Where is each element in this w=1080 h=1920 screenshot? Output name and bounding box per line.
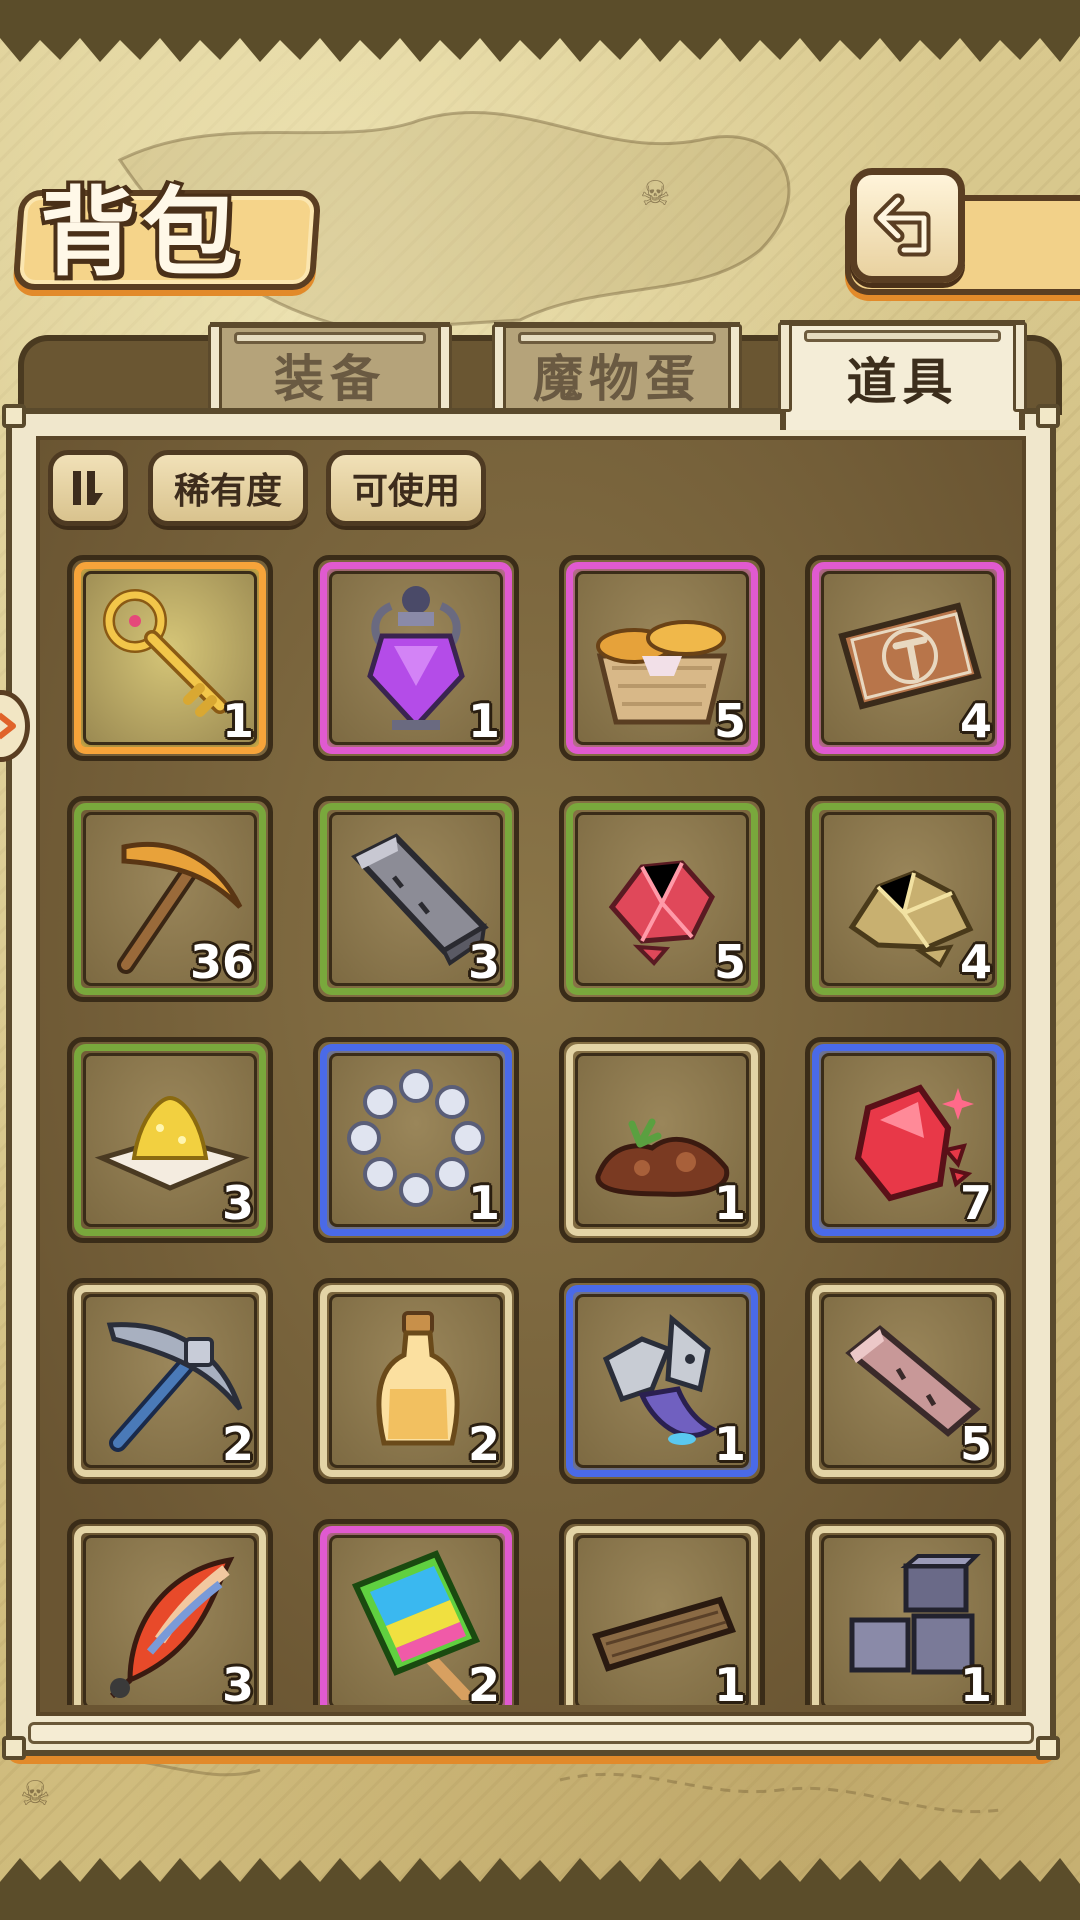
item-slot[interactable]: 1 xyxy=(559,1037,765,1243)
tab-equipment[interactable]: 装备 xyxy=(208,322,452,422)
svg-text:☠: ☠ xyxy=(20,1774,50,1814)
item-count: 1 xyxy=(713,1658,746,1705)
item-slot[interactable]: 1 xyxy=(313,555,519,761)
item-slot[interactable]: 3 xyxy=(313,796,519,1002)
item-slot[interactable]: 4 xyxy=(805,796,1011,1002)
item-count: 7 xyxy=(959,1176,992,1230)
item-count: 5 xyxy=(959,1417,992,1471)
item-count: 4 xyxy=(959,694,992,748)
item-slot[interactable]: 5 xyxy=(559,555,765,761)
item-slot[interactable]: 2 xyxy=(313,1278,519,1484)
item-count: 4 xyxy=(959,935,992,989)
item-count: 1 xyxy=(959,1658,992,1705)
item-count: 1 xyxy=(467,1176,500,1230)
page-title: 背包 xyxy=(40,176,244,289)
usable-filter-button[interactable]: 可使用 xyxy=(326,450,486,526)
sort-order-button[interactable] xyxy=(48,450,128,526)
item-count: 36 xyxy=(189,935,254,989)
sort-icon xyxy=(73,471,103,505)
item-count: 2 xyxy=(467,1417,500,1471)
item-slot[interactable]: 2 xyxy=(67,1278,273,1484)
item-slot[interactable]: 5 xyxy=(559,796,765,1002)
item-count: 2 xyxy=(221,1417,254,1471)
tab-items-label: 道具 xyxy=(846,353,959,411)
top-zigzag-border xyxy=(0,0,1080,62)
item-count: 3 xyxy=(467,935,500,989)
item-slot[interactable]: 1 xyxy=(313,1037,519,1243)
back-button[interactable] xyxy=(850,168,965,283)
chevron-right-icon xyxy=(0,712,16,740)
item-slot[interactable]: 2 xyxy=(313,1519,519,1705)
item-slot[interactable]: 1 xyxy=(559,1519,765,1705)
item-slot[interactable]: 4 xyxy=(805,555,1011,761)
item-count: 1 xyxy=(221,694,254,748)
item-count: 1 xyxy=(713,1417,746,1471)
item-slot[interactable]: 1 xyxy=(805,1519,1011,1705)
item-slot[interactable]: 7 xyxy=(805,1037,1011,1243)
bottom-zigzag-border xyxy=(0,1858,1080,1920)
item-slot[interactable]: 36 xyxy=(67,796,273,1002)
item-count: 3 xyxy=(221,1658,254,1705)
tab-monster-egg[interactable]: 魔物蛋 xyxy=(492,322,742,422)
item-slot[interactable]: 1 xyxy=(67,555,273,761)
item-count: 1 xyxy=(467,694,500,748)
item-slot[interactable]: 1 xyxy=(559,1278,765,1484)
rarity-filter-button[interactable]: 稀有度 xyxy=(148,450,308,526)
item-count: 1 xyxy=(713,1176,746,1230)
item-count: 5 xyxy=(713,935,746,989)
back-arrow-icon xyxy=(873,193,930,256)
item-grid: 1 1 5 4 36 3 5 4 3 1 1 7 2 2 1 5 3 2 1 1 xyxy=(50,555,1030,1705)
item-slot[interactable]: 3 xyxy=(67,1519,273,1705)
panel-bottom-rail xyxy=(28,1722,1034,1744)
tab-items[interactable]: 道具 xyxy=(778,320,1027,430)
item-slot[interactable]: 5 xyxy=(805,1278,1011,1484)
item-count: 3 xyxy=(221,1176,254,1230)
tab-monster-egg-label: 魔物蛋 xyxy=(533,350,701,408)
item-slot[interactable]: 3 xyxy=(67,1037,273,1243)
tab-equipment-label: 装备 xyxy=(274,350,386,408)
item-count: 5 xyxy=(713,694,746,748)
item-count: 2 xyxy=(467,1658,500,1705)
svg-text:☠: ☠ xyxy=(640,174,670,214)
